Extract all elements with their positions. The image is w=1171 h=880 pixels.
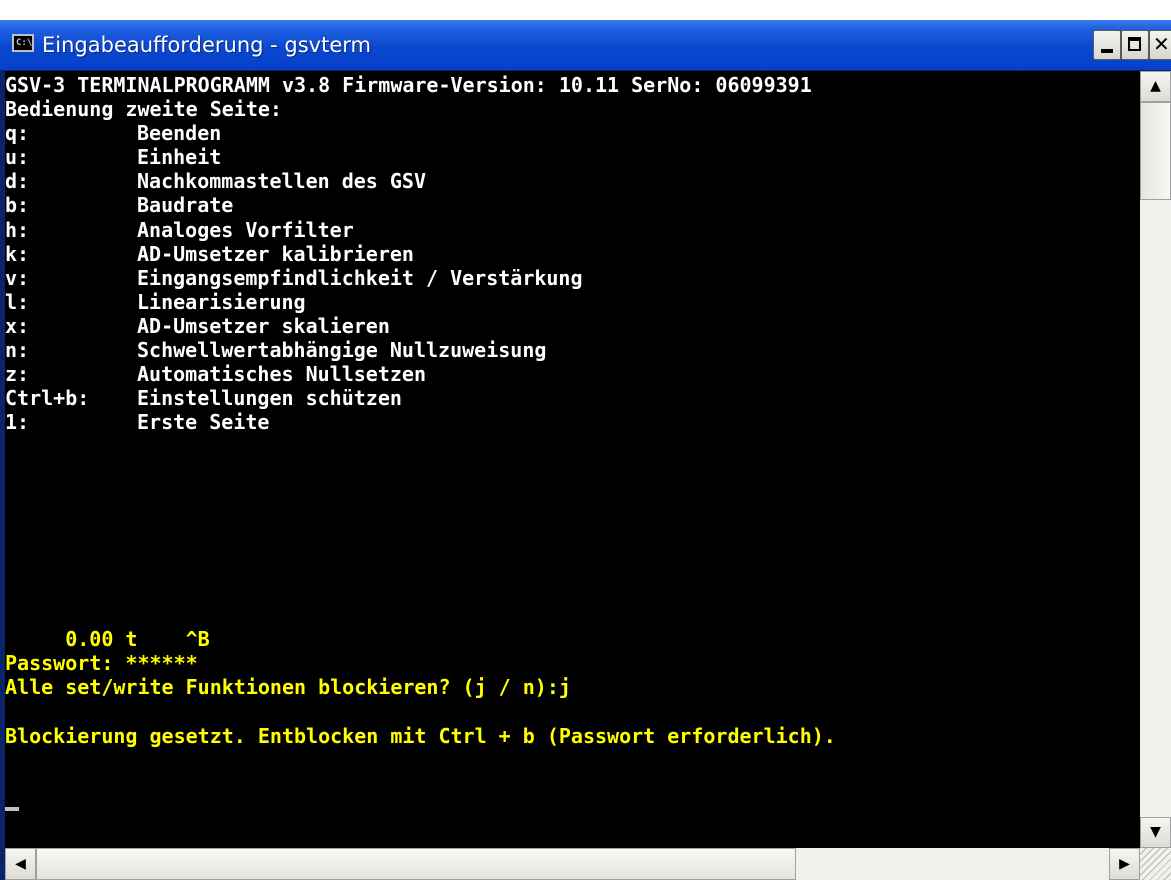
block-result-line: Blockierung gesetzt. Entblocken mit Ctrl… <box>5 723 836 748</box>
menu-item: z: Automatisches Nullsetzen <box>5 362 1140 386</box>
menu-label: Erste Seite <box>137 410 270 435</box>
menu-key: b: <box>5 193 30 218</box>
menu-item: k: AD-Umsetzer kalibrieren <box>5 242 1140 266</box>
header-line: GSV-3 TERMINALPROGRAMM v3.8 Firmware-Ver… <box>5 73 812 97</box>
password-line: Passwort: ****** <box>5 651 198 676</box>
menu-label: Schwellwertabhängige Nullzuweisung <box>137 338 547 363</box>
window-title: Eingabeaufforderung - gsvterm <box>42 33 371 57</box>
scroll-left-button[interactable]: ◀ <box>5 848 36 880</box>
scroll-right-button[interactable]: ▶ <box>1109 848 1140 880</box>
arrow-down-icon: ▼ <box>1150 824 1161 840</box>
menu-item: l: Linearisierung <box>5 290 1140 314</box>
menu-label: AD-Umsetzer kalibrieren <box>137 241 414 266</box>
menu-item: b: Baudrate <box>5 193 1140 217</box>
arrow-left-icon: ◀ <box>15 856 26 872</box>
menu-label: Einstellungen schützen <box>137 386 402 411</box>
measurement-status-line: 0.00 t ^B <box>5 627 210 652</box>
menu-label: Beenden <box>137 121 222 146</box>
menu-label: Analoges Vorfilter <box>137 217 354 242</box>
menu-item: v: Eingangsempfindlichkeit / Verstärkung <box>5 266 1140 290</box>
menu-key: h: <box>5 217 30 242</box>
menu-item: 1: Erste Seite <box>5 410 1140 434</box>
prompt-line[interactable] <box>5 796 1140 820</box>
console-output[interactable]: GSV-3 TERMINALPROGRAMM v3.8 Firmware-Ver… <box>5 71 1140 848</box>
menu-item: x: AD-Umsetzer skalieren <box>5 314 1140 338</box>
menu-item: u: Einheit <box>5 145 1140 169</box>
menu-label: Eingangsempfindlichkeit / Verstärkung <box>137 265 583 290</box>
menu-key: u: <box>5 145 30 170</box>
scroll-down-button[interactable]: ▼ <box>1140 817 1171 848</box>
vertical-scrollbar[interactable]: ▲ ▼ <box>1140 71 1171 848</box>
title-bar[interactable]: C:\ Eingabeaufforderung - gsvterm ✕ <box>0 20 1171 70</box>
header-line: Bedienung zweite Seite: <box>5 97 282 122</box>
menu-key: Ctrl+b: <box>5 386 90 411</box>
text-cursor <box>5 807 19 812</box>
horizontal-scroll-thumb[interactable] <box>36 848 796 880</box>
horizontal-scrollbar[interactable]: ◀ ▶ <box>5 848 1140 880</box>
menu-key: z: <box>5 362 30 387</box>
menu-item: d: Nachkommastellen des GSV <box>5 169 1140 193</box>
resize-grip[interactable] <box>1140 848 1171 880</box>
menu-label: Einheit <box>137 145 222 170</box>
menu-key: q: <box>5 121 30 146</box>
menu-label: Nachkommastellen des GSV <box>137 169 426 194</box>
console-window: C:\ Eingabeaufforderung - gsvterm ✕ GSV-… <box>0 20 1171 880</box>
menu-label: Automatisches Nullsetzen <box>137 362 426 387</box>
vertical-scroll-thumb[interactable] <box>1140 102 1171 200</box>
menu-key: 1: <box>5 410 30 435</box>
menu-key: d: <box>5 169 30 194</box>
close-button[interactable]: ✕ <box>1149 30 1171 60</box>
menu-item: h: Analoges Vorfilter <box>5 218 1140 242</box>
arrow-up-icon: ▲ <box>1150 78 1161 94</box>
menu-label: Baudrate <box>137 193 234 218</box>
menu-label: Linearisierung <box>137 289 306 314</box>
menu-item: Ctrl+b: Einstellungen schützen <box>5 386 1140 410</box>
scroll-up-button[interactable]: ▲ <box>1140 71 1171 102</box>
menu-item: n: Schwellwertabhängige Nullzuweisung <box>5 338 1140 362</box>
cmd-icon[interactable]: C:\ <box>12 34 34 52</box>
menu-key: v: <box>5 265 30 290</box>
maximize-button[interactable] <box>1121 30 1149 60</box>
block-question-line: Alle set/write Funktionen blockieren? (j… <box>5 675 571 700</box>
menu-key: n: <box>5 338 30 363</box>
menu-label: AD-Umsetzer skalieren <box>137 313 390 338</box>
menu-key: x: <box>5 313 30 338</box>
minimize-button[interactable] <box>1093 30 1121 60</box>
arrow-right-icon: ▶ <box>1119 856 1130 872</box>
close-icon: ✕ <box>1153 32 1170 56</box>
menu-key: l: <box>5 289 30 314</box>
menu-key: k: <box>5 241 30 266</box>
menu-item: q: Beenden <box>5 121 1140 145</box>
